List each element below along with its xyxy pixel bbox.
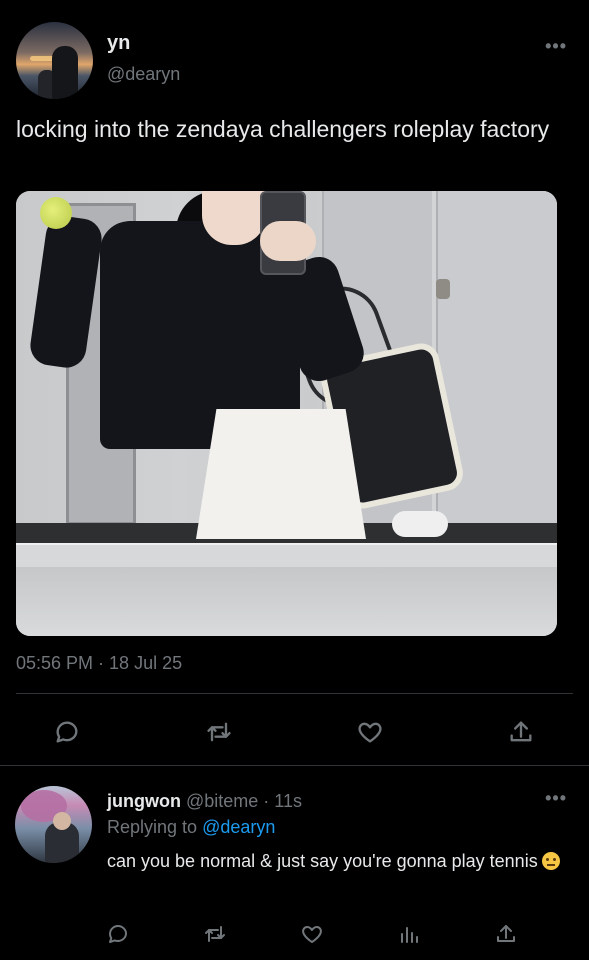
tennis-ball bbox=[40, 197, 72, 229]
analytics-icon[interactable] bbox=[393, 918, 425, 950]
avatar-figure bbox=[52, 46, 78, 99]
more-horizontal-icon[interactable]: ••• bbox=[545, 788, 567, 809]
share-icon[interactable] bbox=[501, 712, 541, 752]
tweet-timestamp[interactable]: 05:56 PM · 18 Jul 25 bbox=[16, 653, 182, 674]
divider bbox=[16, 693, 573, 694]
reply-icon[interactable] bbox=[102, 918, 134, 950]
tweet-text: locking into the zendaya challengers rol… bbox=[16, 116, 550, 142]
heart-icon[interactable] bbox=[350, 712, 390, 752]
heart-icon[interactable] bbox=[296, 918, 328, 950]
reply-icon[interactable] bbox=[47, 712, 87, 752]
display-name[interactable]: yn bbox=[107, 32, 130, 55]
retweet-icon[interactable] bbox=[199, 918, 231, 950]
replying-to: Replying to @dearyn bbox=[107, 817, 275, 838]
mention-link[interactable]: @dearyn bbox=[202, 817, 275, 837]
raised-eyebrow-face-emoji bbox=[541, 852, 560, 870]
handle-time: @biteme · 11s bbox=[186, 791, 302, 811]
replying-prefix: Replying to bbox=[107, 817, 198, 837]
avatar[interactable] bbox=[15, 786, 92, 863]
more-horizontal-icon[interactable]: ••• bbox=[545, 36, 567, 57]
divider bbox=[0, 765, 589, 766]
reply-text: can you be normal & just say you're gonn… bbox=[107, 847, 567, 876]
display-name[interactable]: jungwon bbox=[107, 791, 181, 811]
reply-header: jungwon @biteme · 11s bbox=[107, 791, 302, 812]
user-handle[interactable]: @dearyn bbox=[107, 64, 180, 85]
reply-text-body: can you be normal & just say you're gonn… bbox=[107, 851, 538, 871]
retweet-icon[interactable] bbox=[199, 712, 239, 752]
tweet-photo[interactable] bbox=[16, 191, 557, 636]
share-icon[interactable] bbox=[490, 918, 522, 950]
tweet-actions bbox=[0, 712, 589, 752]
reply-actions bbox=[0, 918, 589, 954]
avatar[interactable] bbox=[16, 22, 93, 99]
